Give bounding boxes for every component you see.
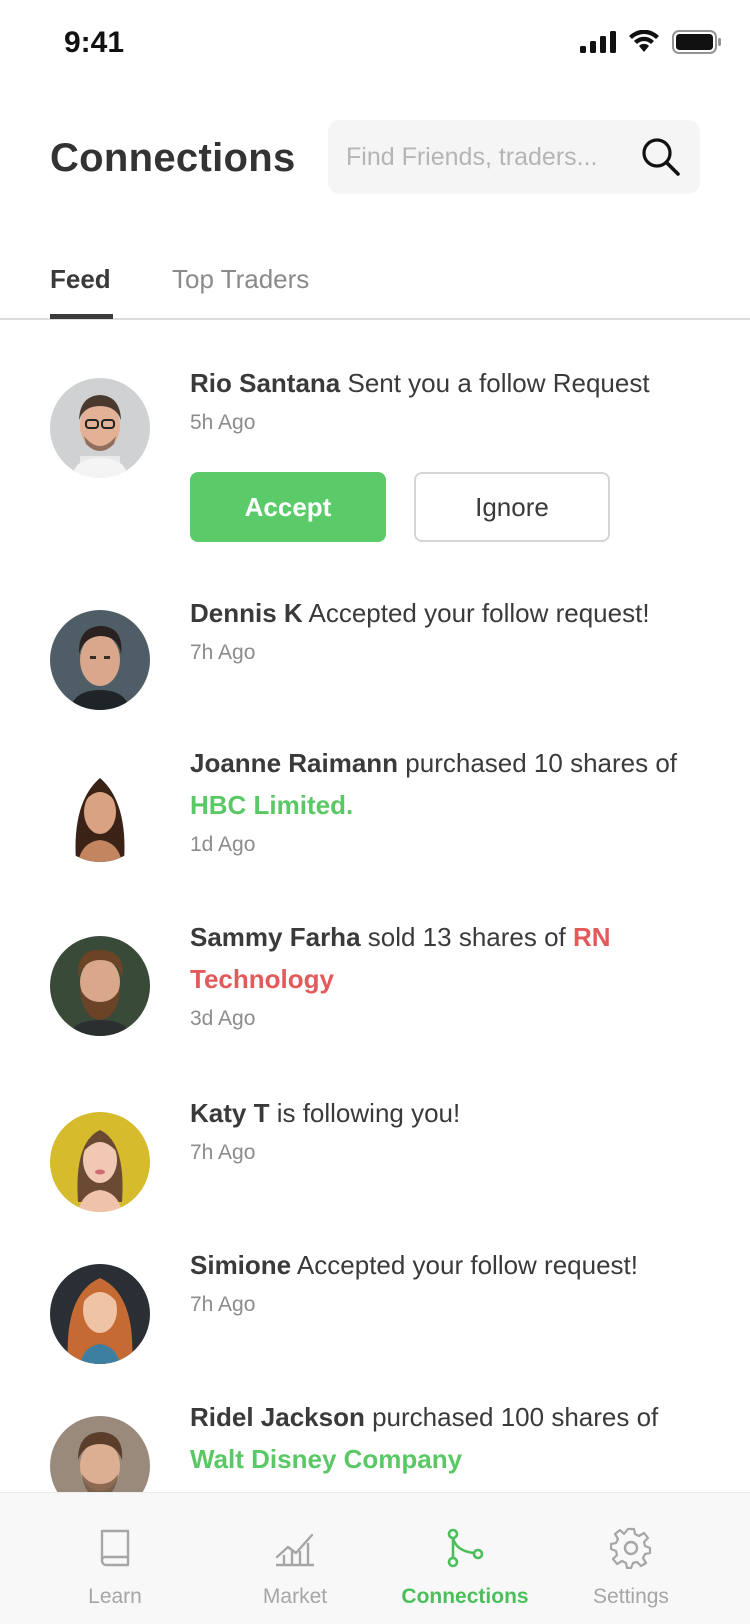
nav-learn-label: Learn [88,1585,142,1608]
nav-market-label: Market [262,1585,328,1608]
feed-item-text: Rio Santana Sent you a follow Request 5h… [190,362,700,440]
tab-top-traders[interactable]: Top Traders [172,264,309,318]
nav-settings-label: Settings [593,1585,669,1608]
market-chart-icon [275,1533,314,1567]
feed-time: 3d Ago [190,1007,256,1030]
battery-icon [672,30,721,54]
ignore-button[interactable]: Ignore [414,472,610,542]
feed-item-text: Simione Accepted your follow request! 7h… [190,1244,700,1322]
gear-icon [610,1527,652,1569]
nav-connections[interactable]: Connections [380,1493,550,1624]
user-name[interactable]: Katy T [190,1098,269,1128]
tab-top-traders-label: Top Traders [172,264,310,294]
feed-list: Rio Santana Sent you a follow Request 5h… [0,322,750,1492]
avatar[interactable] [50,1416,150,1492]
user-name[interactable]: Ridel Jackson [190,1402,365,1432]
user-name[interactable]: Simione [190,1250,291,1280]
feed-item-text: Sammy Farha sold 13 shares of RN Technol… [190,916,700,1036]
wifi-icon [629,30,659,52]
feed-action-text: purchased 10 shares of [398,748,678,778]
user-name[interactable]: Rio Santana [190,368,340,398]
feed-action-text: Sent you a follow Request [340,368,650,398]
nav-settings[interactable]: Settings [546,1493,716,1624]
tab-bar: Feed Top Traders [0,262,750,320]
accept-button[interactable]: Accept [190,472,386,542]
feed-item-text: Joanne Raimann purchased 10 shares of HB… [190,742,700,862]
avatar[interactable] [50,1112,150,1212]
bottom-nav: Learn Market Connections Settings [0,1492,750,1624]
status-icons [580,30,722,54]
feed-action-text: is following you! [269,1098,461,1128]
feed-action-text: Accepted your follow request! [291,1250,639,1280]
feed-time: 1d Ago [190,833,256,856]
feed-time: 7h Ago [190,1141,256,1164]
avatar[interactable] [50,610,150,710]
feed-time: 7h Ago [190,1293,256,1316]
book-icon [100,1529,130,1567]
status-bar: 9:41 [0,0,750,90]
feed-action-text: purchased 100 shares of [364,1402,659,1432]
cellular-signal-icon [580,31,616,53]
active-tab-indicator [50,314,113,319]
feed-item-text: Katy T is following you! 7h Ago [190,1092,700,1170]
avatar[interactable] [50,1264,150,1364]
avatar[interactable] [50,936,150,1036]
feed-action-text: Accepted your follow request! [302,598,650,628]
connections-icon [447,1528,484,1568]
feed-time: 7h Ago [190,641,256,664]
header: Connections [0,118,750,194]
nav-learn[interactable]: Learn [30,1493,200,1624]
nav-market[interactable]: Market [210,1493,380,1624]
search-input[interactable] [346,120,636,194]
status-time: 9:41 [64,26,125,59]
user-name[interactable]: Sammy Farha [190,922,361,952]
feed-item-text: Dennis K Accepted your follow request! 7… [190,592,700,670]
tab-feed-label: Feed [50,264,111,294]
user-name[interactable]: Dennis K [190,598,303,628]
stock-link[interactable]: HBC Limited. [190,790,353,820]
feed-item-text: Ridel Jackson purchased 100 shares of Wa… [190,1396,700,1480]
search-icon[interactable] [640,136,682,178]
nav-connections-label: Connections [401,1585,529,1608]
user-name[interactable]: Joanne Raimann [190,748,398,778]
stock-link[interactable]: Walt Disney Company [190,1444,462,1474]
avatar[interactable] [50,762,150,862]
feed-time: 5h Ago [190,411,256,434]
avatar[interactable] [50,378,150,478]
page-title: Connections [50,136,296,180]
search-box[interactable] [328,120,700,194]
feed-action-text: sold 13 shares of [360,922,573,952]
tab-feed[interactable]: Feed [50,264,111,318]
